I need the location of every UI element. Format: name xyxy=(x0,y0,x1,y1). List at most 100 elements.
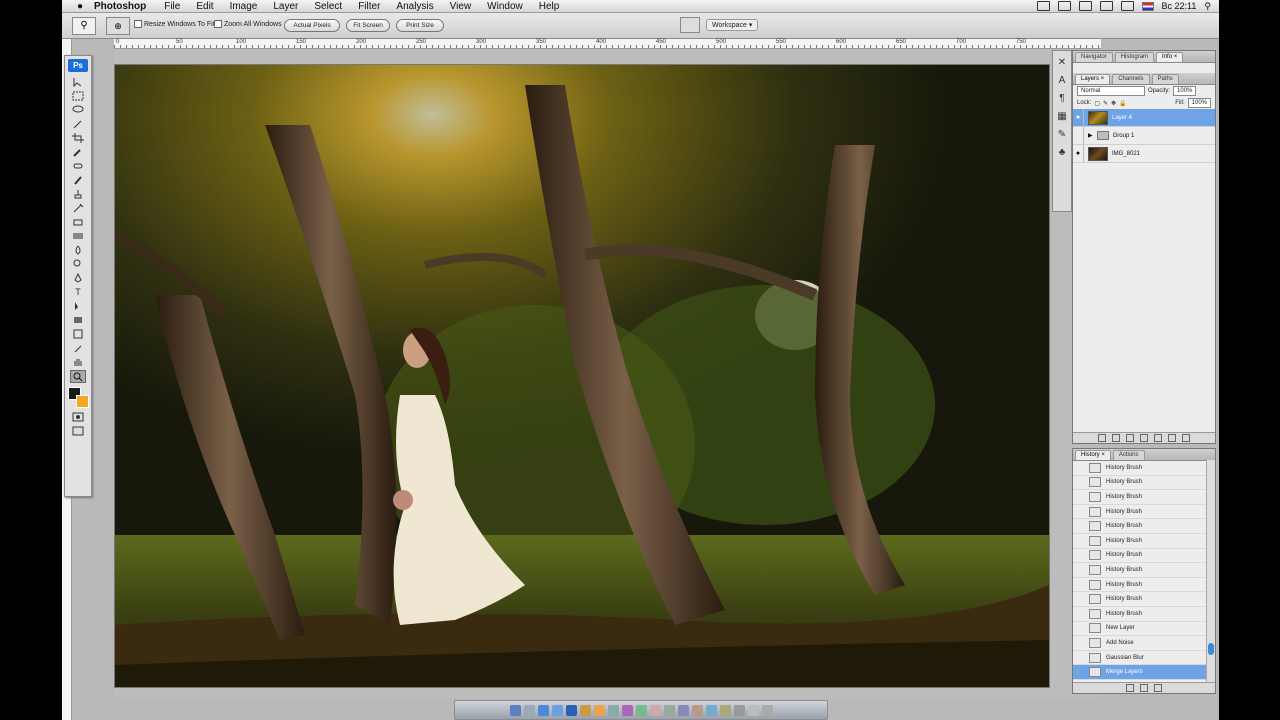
screen-mode-icon[interactable] xyxy=(71,425,85,436)
quick-mask-icon[interactable] xyxy=(71,411,85,422)
documents-stack-icon[interactable] xyxy=(747,704,759,716)
clock[interactable]: Вс 22:11 xyxy=(1162,1,1197,11)
path-selection-tool-icon[interactable] xyxy=(71,300,85,311)
wifi-icon[interactable] xyxy=(1078,1,1092,11)
volume-icon[interactable] xyxy=(1057,1,1071,11)
history-brush-tool-icon[interactable] xyxy=(71,202,85,213)
bluetooth-icon[interactable] xyxy=(1099,1,1113,11)
layer-row-img[interactable]: ● IMG_8021 xyxy=(1073,145,1215,163)
layer-row-layer-4[interactable]: ● Layer 4 xyxy=(1073,109,1215,127)
menu-view[interactable]: View xyxy=(450,1,472,12)
tool-presets-icon[interactable]: ▦ xyxy=(1056,111,1068,123)
layer-mask-icon[interactable] xyxy=(1126,434,1134,442)
healing-brush-tool-icon[interactable] xyxy=(71,160,85,171)
new-group-icon[interactable] xyxy=(1154,434,1162,442)
delete-state-icon[interactable] xyxy=(1154,684,1162,692)
expand-arrow-icon[interactable]: ▶ xyxy=(1088,132,1093,139)
history-state[interactable]: History Brush xyxy=(1073,607,1215,622)
shape-tool-icon[interactable] xyxy=(71,314,85,325)
menu-layer[interactable]: Layer xyxy=(273,1,298,12)
actual-pixels-button[interactable]: Actual Pixels xyxy=(284,19,340,32)
pen-tool-icon[interactable] xyxy=(71,272,85,283)
brush-tool-icon[interactable] xyxy=(71,174,85,185)
display-icon[interactable] xyxy=(1120,1,1134,11)
tab-history[interactable]: History × xyxy=(1075,450,1111,460)
lock-position-icon[interactable]: ✥ xyxy=(1111,100,1116,107)
layer-row-group-1[interactable]: ▶ Group 1 xyxy=(1073,127,1215,145)
visibility-eye-icon[interactable]: ● xyxy=(1073,109,1084,126)
history-state[interactable]: History Brush xyxy=(1073,534,1215,549)
type-tool-icon[interactable]: T xyxy=(71,286,85,297)
history-state[interactable]: History Brush xyxy=(1073,519,1215,534)
opacity-input[interactable]: 100% xyxy=(1173,86,1197,96)
fit-screen-button[interactable]: Fit Screen xyxy=(346,19,390,32)
gradient-tool-icon[interactable] xyxy=(71,230,85,241)
app-menu[interactable]: Photoshop xyxy=(94,1,146,12)
magic-wand-tool-icon[interactable] xyxy=(71,118,85,129)
eyedropper-sample-icon[interactable] xyxy=(71,342,85,353)
character-panel-icon[interactable]: A xyxy=(1056,75,1068,87)
apple-menu-icon[interactable]: ● xyxy=(72,1,88,12)
crop-tool-icon[interactable] xyxy=(71,132,85,143)
link-layers-icon[interactable] xyxy=(1098,434,1106,442)
document-canvas[interactable] xyxy=(114,64,1050,688)
new-document-from-state-icon[interactable] xyxy=(1126,684,1134,692)
color-swatches[interactable] xyxy=(68,387,89,408)
iphoto-icon[interactable] xyxy=(593,704,605,716)
history-state[interactable]: Gaussian Blur xyxy=(1073,651,1215,666)
clone-stamp-tool-icon[interactable] xyxy=(71,188,85,199)
app-icon[interactable] xyxy=(705,704,717,716)
history-state[interactable]: History Brush xyxy=(1073,461,1215,476)
adjustment-layer-icon[interactable] xyxy=(1140,434,1148,442)
input-source-flag-icon[interactable] xyxy=(1141,1,1154,11)
history-state[interactable]: Add Noise xyxy=(1073,636,1215,651)
app-icon[interactable] xyxy=(649,704,661,716)
finder-icon[interactable] xyxy=(509,704,521,716)
ichat-icon[interactable] xyxy=(579,704,591,716)
move-tool-icon[interactable] xyxy=(71,76,85,87)
history-state[interactable]: History Brush xyxy=(1073,476,1215,491)
zoom-in-button[interactable]: ⊕ xyxy=(106,17,130,35)
history-state[interactable]: History Brush xyxy=(1073,490,1215,505)
delete-layer-icon[interactable] xyxy=(1182,434,1190,442)
app-icon[interactable] xyxy=(635,704,647,716)
app-icon[interactable] xyxy=(719,704,731,716)
app-icon[interactable] xyxy=(677,704,689,716)
lock-image-icon[interactable]: ✎ xyxy=(1103,100,1108,107)
print-size-button[interactable]: Print Size xyxy=(396,19,444,32)
menu-filter[interactable]: Filter xyxy=(358,1,380,12)
collapse-panels-icon[interactable]: ✕ xyxy=(1056,57,1068,69)
history-state[interactable]: History Brush xyxy=(1073,563,1215,578)
eyedropper-tool-icon[interactable] xyxy=(71,146,85,157)
app-icon[interactable] xyxy=(663,704,675,716)
menu-image[interactable]: Image xyxy=(230,1,258,12)
tab-info[interactable]: Info × xyxy=(1156,52,1184,62)
photoshop-icon[interactable] xyxy=(565,704,577,716)
brushes-panel-icon[interactable]: ✎ xyxy=(1056,129,1068,141)
mail-icon[interactable] xyxy=(537,704,549,716)
fill-input[interactable]: 100% xyxy=(1187,98,1211,108)
history-state[interactable]: History Brush xyxy=(1073,505,1215,520)
menu-window[interactable]: Window xyxy=(487,1,523,12)
tool-preset-picker[interactable]: ⚲ xyxy=(72,17,96,35)
clone-source-icon[interactable]: ♣ xyxy=(1056,147,1068,159)
lock-transparency-icon[interactable]: ▢ xyxy=(1094,100,1100,107)
app-icon[interactable] xyxy=(691,704,703,716)
tab-layers[interactable]: Layers × xyxy=(1075,74,1111,84)
eraser-tool-icon[interactable] xyxy=(71,216,85,227)
visibility-eye-icon[interactable]: ● xyxy=(1073,145,1084,162)
menu-analysis[interactable]: Analysis xyxy=(396,1,433,12)
layer-style-icon[interactable] xyxy=(1112,434,1120,442)
zoom-tool-icon[interactable] xyxy=(70,370,86,383)
ps-logo[interactable]: Ps xyxy=(68,59,88,72)
bridge-icon[interactable] xyxy=(680,17,700,33)
tab-paths[interactable]: Paths xyxy=(1151,74,1179,84)
preview-icon[interactable] xyxy=(621,704,633,716)
menu-select[interactable]: Select xyxy=(314,1,342,12)
resize-windows-checkbox[interactable]: Resize Windows To Fit xyxy=(134,20,215,28)
visibility-eye-icon[interactable] xyxy=(1073,127,1084,144)
menu-file[interactable]: File xyxy=(164,1,180,12)
marquee-tool-icon[interactable] xyxy=(71,90,85,101)
new-layer-icon[interactable] xyxy=(1168,434,1176,442)
history-state[interactable]: New Layer xyxy=(1073,622,1215,637)
